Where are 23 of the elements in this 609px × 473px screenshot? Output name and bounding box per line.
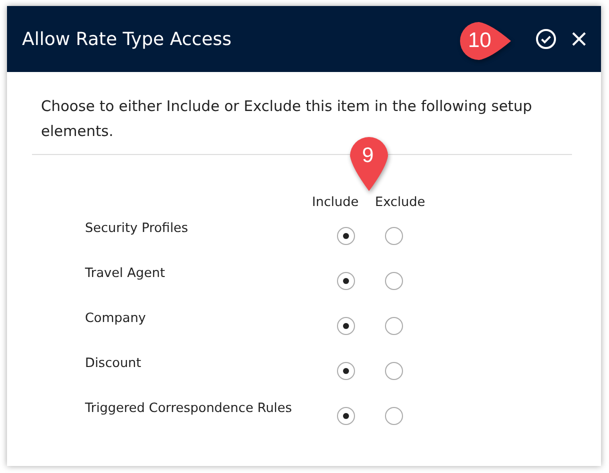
step-callout: 9: [348, 135, 390, 193]
close-button[interactable]: [571, 31, 587, 47]
close-icon: [571, 31, 587, 47]
radio-button[interactable]: [337, 227, 355, 245]
radio-button[interactable]: [385, 407, 403, 425]
dialog-title: Allow Rate Type Access: [22, 28, 232, 50]
check-circle-icon: [535, 28, 557, 50]
radio-button[interactable]: [337, 362, 355, 380]
row-label: Discount: [85, 355, 142, 373]
radio-button[interactable]: [337, 317, 355, 335]
confirm-button[interactable]: [535, 28, 557, 50]
radio-button[interactable]: [385, 317, 403, 335]
radio-button[interactable]: [337, 272, 355, 290]
radio-button[interactable]: [385, 227, 403, 245]
column-header: Include: [312, 195, 360, 212]
column-header: Exclude: [375, 195, 426, 212]
row-label: Travel Agent: [85, 265, 166, 283]
row-label: Security Profiles: [85, 220, 190, 238]
radio-button[interactable]: [385, 272, 403, 290]
row-label: Company: [85, 310, 147, 328]
radio-button[interactable]: [337, 407, 355, 425]
row-label: Triggered Correspondence Rules: [85, 400, 293, 418]
radio-button[interactable]: [385, 362, 403, 380]
